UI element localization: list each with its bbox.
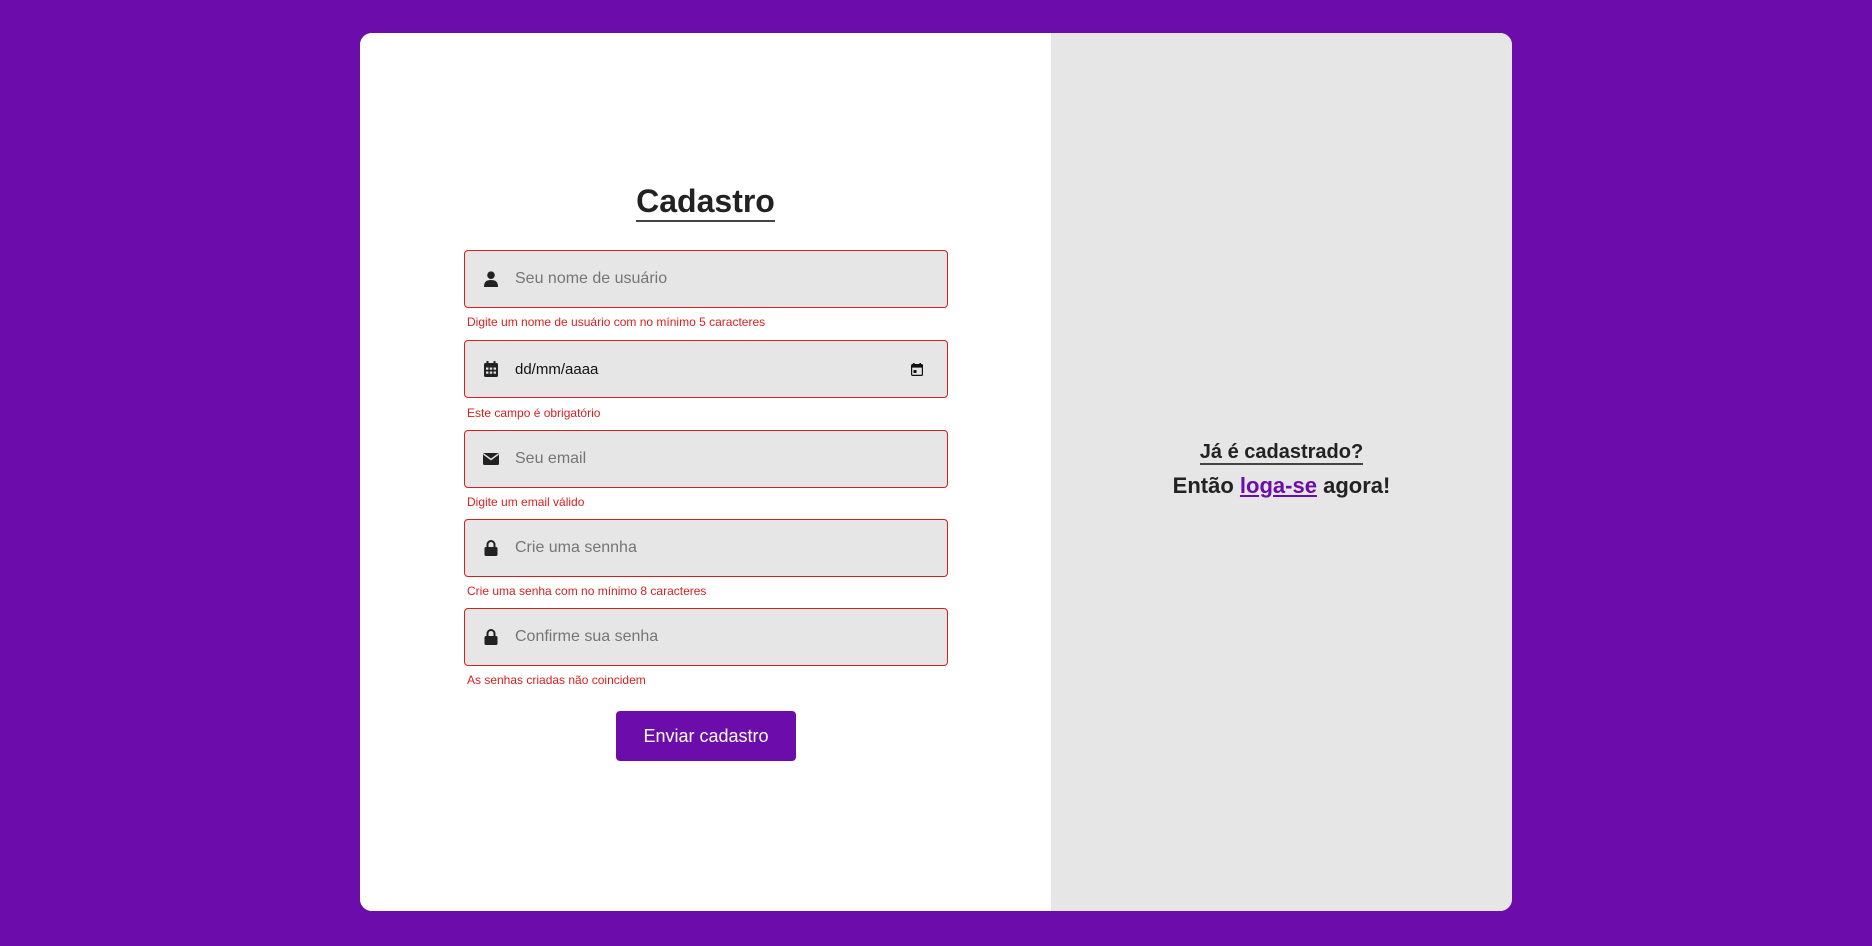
birthdate-input[interactable]: dd/mm/aaaa bbox=[515, 361, 909, 378]
email-input[interactable] bbox=[515, 431, 947, 487]
login-side-panel: Já é cadastrado? Então loga-se agora! bbox=[1051, 33, 1512, 911]
login-link[interactable]: loga-se bbox=[1240, 473, 1317, 498]
email-error: Digite um email válido bbox=[467, 495, 585, 509]
login-prompt: Já é cadastrado? Então loga-se agora! bbox=[1051, 439, 1512, 499]
login-line-suffix: agora! bbox=[1323, 473, 1391, 498]
lock-icon bbox=[483, 540, 499, 556]
lock-icon bbox=[483, 629, 499, 645]
page-title: Cadastro bbox=[636, 183, 775, 222]
login-question: Já é cadastrado? bbox=[1199, 441, 1364, 465]
confirm-password-input[interactable] bbox=[515, 609, 947, 665]
birthdate-error: Este campo é obrigatório bbox=[467, 406, 601, 420]
login-line: Então loga-se agora! bbox=[1051, 473, 1512, 499]
username-input[interactable] bbox=[515, 251, 947, 307]
username-error: Digite um nome de usuário com no mínimo … bbox=[467, 315, 766, 329]
signup-form-panel: Cadastro Digite um nome de usuário com n… bbox=[360, 33, 1051, 911]
email-field[interactable] bbox=[464, 430, 948, 488]
login-line-prefix: Então bbox=[1172, 473, 1234, 498]
envelope-icon bbox=[483, 451, 499, 467]
calendar-icon bbox=[483, 361, 499, 377]
password-field[interactable] bbox=[464, 519, 948, 577]
password-error: Crie uma senha com no mínimo 8 caractere… bbox=[467, 584, 707, 598]
user-icon bbox=[483, 271, 499, 287]
confirm-password-field[interactable] bbox=[464, 608, 948, 666]
submit-button[interactable]: Enviar cadastro bbox=[616, 711, 796, 761]
birthdate-field[interactable]: dd/mm/aaaa bbox=[464, 340, 948, 398]
username-field[interactable] bbox=[464, 250, 948, 308]
signup-card: Cadastro Digite um nome de usuário com n… bbox=[360, 33, 1512, 911]
page-title-wrapper: Cadastro bbox=[360, 181, 1051, 222]
password-input[interactable] bbox=[515, 520, 947, 576]
date-picker-icon[interactable] bbox=[909, 361, 925, 377]
confirm-password-error: As senhas criadas não coincidem bbox=[467, 673, 646, 687]
